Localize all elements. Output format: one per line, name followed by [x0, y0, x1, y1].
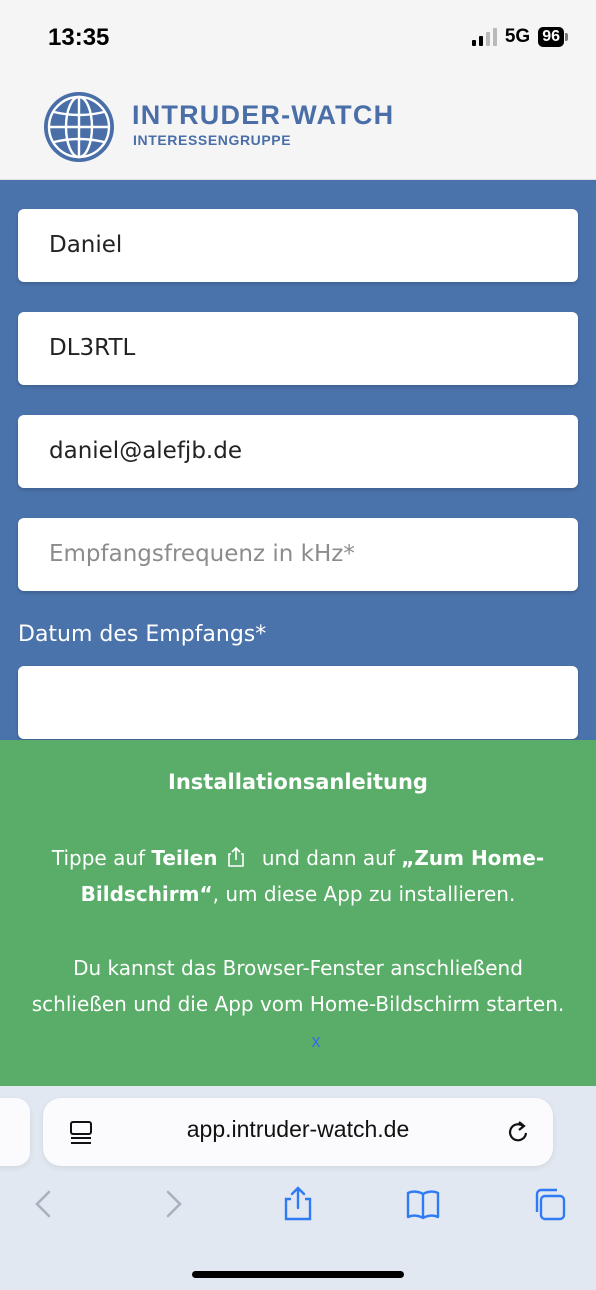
- reload-icon[interactable]: [506, 1119, 532, 1145]
- status-bar: 13:35 5G 96: [0, 0, 596, 72]
- site-header: INTRUDER-WATCH INTERESSENGRUPPE: [0, 72, 596, 180]
- page-menu-icon[interactable]: [68, 1118, 94, 1146]
- frequency-field[interactable]: Empfangsfrequenz in kHz*: [18, 518, 578, 591]
- site-subtitle: INTERESSENGRUPPE: [133, 132, 292, 148]
- date-label: Datum des Empfangs*: [18, 622, 267, 647]
- share-icon: [228, 846, 245, 867]
- status-indicators: 5G 96: [471, 26, 568, 48]
- home-indicator[interactable]: [192, 1271, 404, 1278]
- name-field[interactable]: Daniel: [18, 209, 578, 282]
- status-time: 13:35: [48, 24, 110, 51]
- banner-title: Installationsanleitung: [168, 770, 428, 794]
- forward-icon[interactable]: [156, 1186, 190, 1222]
- share-keyword: Teilen: [151, 846, 218, 870]
- instruction-middle: und dann auf: [255, 846, 402, 870]
- close-banner-button[interactable]: x: [312, 1023, 321, 1059]
- banner-note: Du kannst das Browser-Fenster anschließe…: [30, 950, 566, 1059]
- tabs-icon[interactable]: [532, 1186, 566, 1222]
- battery-level: 96: [538, 27, 564, 47]
- url-text[interactable]: app.intruder-watch.de: [110, 1116, 486, 1143]
- bookmarks-icon[interactable]: [406, 1186, 440, 1222]
- site-title[interactable]: INTRUDER-WATCH: [132, 100, 394, 131]
- back-icon[interactable]: [27, 1186, 61, 1222]
- instruction-prefix: Tippe auf: [51, 846, 152, 870]
- battery-icon: 96: [538, 27, 568, 47]
- callsign-field[interactable]: DL3RTL: [18, 312, 578, 385]
- globe-icon[interactable]: [42, 90, 116, 164]
- network-type: 5G: [504, 26, 531, 47]
- share-icon[interactable]: [281, 1186, 315, 1222]
- previous-tab[interactable]: [0, 1098, 30, 1166]
- email-field[interactable]: daniel@alefjb.de: [18, 415, 578, 488]
- note-text: Du kannst das Browser-Fenster anschließe…: [31, 956, 565, 1016]
- date-field[interactable]: [18, 666, 578, 739]
- instruction-suffix: , um diese App zu installieren.: [212, 882, 516, 906]
- signal-icon: [471, 28, 497, 46]
- banner-instruction: Tippe auf Teilen und dann auf „Zum Home-…: [30, 840, 566, 912]
